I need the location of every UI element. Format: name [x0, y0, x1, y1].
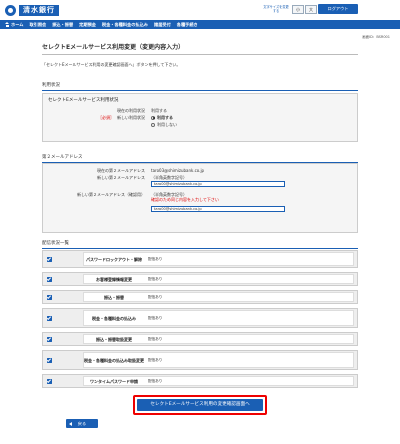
- checkbox-checked-icon[interactable]: [47, 276, 52, 282]
- current-email-value: taro03@shimizubank.co.jp: [151, 168, 205, 173]
- checkbox-checked-icon[interactable]: [47, 336, 52, 342]
- nav-time-deposit[interactable]: 定期預金: [79, 22, 96, 28]
- delivery-item-name: 税金・各種料金の払込み: [92, 315, 136, 321]
- header: 清水銀行 文字サイズを変更する 小 大 ログアウト: [0, 0, 400, 20]
- delivery-item-body: パスワードロックアウト・解除 配信あり: [83, 252, 354, 266]
- current-usage-row: 現在の利用状況 利用する: [43, 108, 357, 113]
- nav-home-label: ホーム: [11, 21, 24, 27]
- nav-inquiry[interactable]: 取引照会: [29, 22, 46, 28]
- confirm-button-highlight: セレクトEメールサービス利用の変更確認画面へ: [133, 395, 267, 415]
- current-email-label: 現在の第２メールアドレス: [97, 168, 145, 173]
- checkbox-checked-icon[interactable]: [47, 357, 52, 363]
- checkbox-checked-icon[interactable]: [47, 378, 52, 384]
- current-email-row: 現在の第２メールアドレス taro03@shimizubank.co.jp: [43, 168, 357, 173]
- bank-logo-icon: [5, 4, 16, 16]
- delivery-item-name: パスワードロックアウト・解除: [86, 256, 142, 262]
- delivery-item-status: 配信あり: [148, 357, 163, 362]
- checkbox-checked-icon[interactable]: [47, 256, 52, 262]
- confirm-email-warning: 確認のため同じ内容を入力して下さい: [151, 197, 219, 202]
- confirm-email-input[interactable]: taro00@shimizubank.co.jp: [151, 206, 285, 212]
- bank-logo[interactable]: 清水銀行: [5, 4, 59, 16]
- radio-use-label: 利用する: [157, 115, 173, 120]
- delivery-item: 税金・各種料金の払込み取扱変更 配信あり: [42, 350, 358, 370]
- bank-name: 清水銀行: [19, 4, 59, 16]
- new-usage-label-cell: ［必須］ 新しい利用状況: [43, 115, 151, 127]
- nav-transfer[interactable]: 振込・振替: [52, 22, 73, 28]
- confirm-email-row: 新しい第２メールアドレス（確認用） （半角英数字記号） 確認のため同じ内容を入力…: [43, 192, 357, 212]
- email2-panel: 現在の第２メールアドレス taro03@shimizubank.co.jp 新し…: [42, 163, 358, 233]
- new-email-input[interactable]: taro00@shimizubank.co.jp: [151, 181, 285, 187]
- new-email-hint: （半角英数字記号）: [151, 175, 187, 180]
- current-usage-label: 現在の利用状況: [117, 108, 145, 113]
- global-nav: ホーム 取引照会 振込・振替 定期預金 税金・各種料金の払込み 諸届受付 各種手…: [0, 20, 400, 29]
- checkbox-checked-icon[interactable]: [47, 294, 52, 300]
- new-usage-row: ［必須］ 新しい利用状況 利用する 利用しない: [43, 115, 357, 127]
- back-button[interactable]: 戻る: [66, 419, 98, 428]
- delivery-item-name: 振込・振替取扱変更: [96, 336, 132, 342]
- delivery-item-body: 振込・振替 配信あり: [83, 292, 354, 302]
- nav-payments[interactable]: 税金・各種料金の払込み: [102, 22, 148, 28]
- confirm-email-label: 新しい第２メールアドレス（確認用）: [77, 192, 145, 197]
- new-usage-label: 新しい利用状況: [117, 115, 145, 120]
- delivery-item: 税金・各種料金の払込み 配信あり: [42, 308, 358, 328]
- current-usage-value: 利用する: [151, 108, 167, 113]
- delivery-item: 振込・振替取扱変更 配信あり: [42, 332, 358, 346]
- email2-section-heading: 第２メールアドレス: [42, 154, 358, 163]
- delivery-item: 振込・振替 配信あり: [42, 290, 358, 304]
- font-small-button[interactable]: 小: [292, 5, 304, 14]
- nav-notifications[interactable]: 諸届受付: [154, 22, 171, 28]
- delivery-item-status: 配信あり: [148, 378, 163, 383]
- new-email-label: 新しい第２メールアドレス: [97, 175, 145, 180]
- radio-nouse-label: 利用しない: [157, 122, 177, 127]
- new-email-cell: （半角英数字記号） taro00@shimizubank.co.jp: [151, 175, 357, 187]
- nav-procedures[interactable]: 各種手続き: [177, 22, 198, 28]
- confirm-email-cell: （半角英数字記号） 確認のため同じ内容を入力して下さい taro00@shimi…: [151, 192, 357, 212]
- home-icon: [5, 22, 10, 27]
- checkbox-checked-icon[interactable]: [47, 315, 52, 321]
- page-title: セレクトEメールサービス利用変更（変更内容入力）: [42, 42, 358, 55]
- radio-nouse-icon[interactable]: [151, 122, 155, 127]
- delivery-section-heading: 配信状況一覧: [42, 240, 358, 249]
- radio-nouse[interactable]: 利用しない: [151, 122, 357, 127]
- logout-button[interactable]: ログアウト: [318, 4, 358, 14]
- new-usage-options: 利用する 利用しない: [151, 115, 357, 127]
- delivery-item-body: 税金・各種料金の払込み取扱変更 配信あり: [83, 352, 354, 368]
- font-large-button[interactable]: 大: [305, 5, 317, 14]
- nav-home[interactable]: ホーム: [5, 22, 23, 28]
- delivery-item: ワンタイムパスワード申請 配信あり: [42, 374, 358, 388]
- usage-section-heading: 利用状況: [42, 82, 358, 91]
- font-size-note: 文字サイズを変更する: [263, 5, 289, 13]
- radio-use[interactable]: 利用する: [151, 115, 357, 120]
- delivery-item-status: 配信あり: [148, 294, 163, 299]
- confirm-change-button[interactable]: セレクトEメールサービス利用の変更確認画面へ: [137, 399, 263, 411]
- usage-panel: セレクトEメールサービス利用状況 現在の利用状況 利用する ［必須］ 新しい利用状…: [42, 93, 358, 142]
- delivery-item-status: 配信あり: [148, 336, 163, 341]
- usage-panel-title: セレクトEメールサービス利用状況: [48, 98, 119, 103]
- delivery-item-body: 振込・振替取扱変更 配信あり: [83, 334, 354, 344]
- delivery-item-body: お客様登録情報変更 配信あり: [83, 274, 354, 284]
- delivery-item-name: お客様登録情報変更: [96, 276, 132, 282]
- required-badge: ［必須］: [98, 115, 114, 120]
- delivery-item-name: 税金・各種料金の払込み取扱変更: [84, 357, 144, 363]
- delivery-item-body: 税金・各種料金の払込み 配信あり: [83, 310, 354, 326]
- radio-use-icon[interactable]: [151, 115, 155, 120]
- delivery-item-body: ワンタイムパスワード申請 配信あり: [83, 376, 354, 386]
- screen-id: 画面ID：BSR001: [362, 35, 390, 39]
- delivery-item-name: ワンタイムパスワード申請: [90, 378, 138, 384]
- delivery-item-status: 配信あり: [148, 256, 163, 261]
- delivery-item-status: 配信あり: [148, 315, 163, 320]
- delivery-item: お客様登録情報変更 配信あり: [42, 272, 358, 286]
- delivery-item-name: 振込・振替: [104, 294, 124, 300]
- instruction-text: 「セレクトEメールサービス利用の変更確認画面へ」ボタンを押して下さい。: [42, 62, 181, 67]
- delivery-item: パスワードロックアウト・解除 配信あり: [42, 250, 358, 268]
- delivery-item-status: 配信あり: [148, 276, 163, 281]
- new-email-row: 新しい第２メールアドレス （半角英数字記号） taro00@shimizuban…: [43, 175, 357, 187]
